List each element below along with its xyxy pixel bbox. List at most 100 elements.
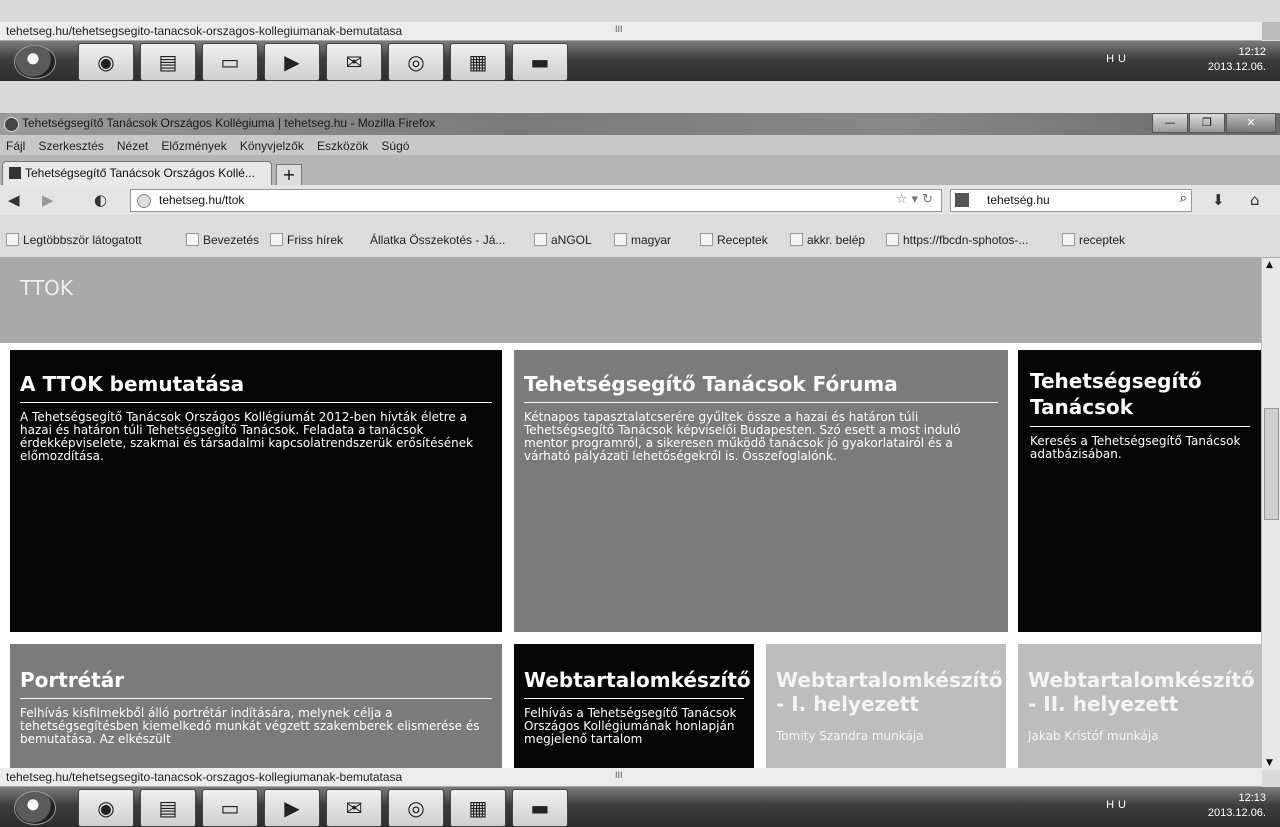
- bookmark-item[interactable]: akkr. belép: [790, 233, 865, 247]
- address-bar[interactable]: tehetseg.hu/ttok ☆ ▾ ↻: [130, 189, 942, 212]
- excel-taskbar-icon[interactable]: ▦: [450, 789, 506, 827]
- status-url: tehetseg.hu/tehetsegsegito-tanacsok-orsz…: [6, 24, 403, 38]
- bookmark-label: Állatka Összekotés - Já...: [370, 233, 506, 247]
- search-engine-icon[interactable]: [955, 193, 969, 207]
- window-taskbar-icon[interactable]: ▬: [512, 789, 568, 827]
- folder-taskbar-icon[interactable]: ▭: [202, 43, 258, 81]
- bookmark-icon: [886, 233, 899, 246]
- menu-bookmarks[interactable]: Könyvjelzők: [240, 136, 304, 156]
- start-button[interactable]: [14, 45, 56, 79]
- new-tab-button[interactable]: +: [276, 164, 302, 186]
- chrome-taskbar-icon[interactable]: ◎: [388, 789, 444, 827]
- folder-taskbar-icon[interactable]: ▭: [202, 789, 258, 827]
- home-icon[interactable]: ⌂: [1250, 191, 1260, 209]
- card-winner-2[interactable]: Webtartalomkészítő - II. helyezett Jakab…: [1018, 644, 1262, 770]
- scroll-up-icon[interactable]: ▲: [1266, 260, 1273, 270]
- bookmark-label: aNGOL: [551, 233, 592, 247]
- card-ttok-intro[interactable]: A TTOK bemutatása A Tehetségsegítő Tanác…: [10, 350, 502, 632]
- bookmark-item[interactable]: Bevezetés: [186, 233, 259, 247]
- clock[interactable]: 12:13 2013.12.06.: [1208, 791, 1266, 821]
- menu-view[interactable]: Nézet: [117, 136, 148, 156]
- firefox-taskbar-icon[interactable]: ◉: [78, 43, 134, 81]
- card-title[interactable]: Webtartalomkészítő - I. helyezett: [776, 668, 1003, 722]
- language-indicator[interactable]: HU: [1106, 799, 1130, 811]
- bookmark-item[interactable]: aNGOL: [534, 233, 592, 247]
- bookmark-label: Receptek: [717, 233, 768, 247]
- mail-taskbar-icon[interactable]: ✉: [326, 789, 382, 827]
- media-taskbar-icon[interactable]: ▶: [264, 43, 320, 81]
- bookmark-item[interactable]: receptek: [1062, 233, 1125, 247]
- card-title[interactable]: Webtartalomkészítő: [524, 668, 751, 699]
- menu-edit[interactable]: Szerkesztés: [38, 136, 103, 156]
- word-taskbar-icon[interactable]: ▤: [140, 789, 196, 827]
- card-title[interactable]: Tehetségsegítő Tanácsok Fóruma: [524, 372, 998, 403]
- bookmark-icon: [614, 233, 627, 246]
- window-title: Tehetségsegítő Tanácsok Országos Kollégi…: [22, 116, 436, 130]
- card-title[interactable]: A TTOK bemutatása: [20, 372, 492, 403]
- clock[interactable]: 12:12 2013.12.06.: [1208, 45, 1266, 75]
- firefox-taskbar-icon[interactable]: ◉: [78, 789, 134, 827]
- globe-icon: [137, 194, 151, 208]
- window-title-bar[interactable]: Tehetségsegítő Tanácsok Országos Kollégi…: [0, 113, 1280, 135]
- forward-icon[interactable]: ▶: [42, 191, 54, 209]
- chrome-taskbar-icon[interactable]: ◎: [388, 43, 444, 81]
- card-text: Tomity Szandra munkája: [776, 729, 924, 743]
- search-icon[interactable]: ⌕: [1180, 191, 1187, 206]
- page-scrollbar[interactable]: ▲ ▼: [1261, 258, 1280, 770]
- media-taskbar-icon[interactable]: ▶: [264, 789, 320, 827]
- bookmark-label: Friss hírek: [287, 233, 344, 247]
- scroll-corner: [1262, 22, 1280, 40]
- clock-date: 2013.12.06.: [1207, 61, 1266, 73]
- close-button[interactable]: ✕: [1226, 113, 1276, 133]
- search-engine-text[interactable]: tehetség.hu: [987, 193, 1050, 207]
- address-text[interactable]: tehetseg.hu/ttok: [159, 193, 244, 207]
- bookmark-label: magyar: [631, 233, 672, 247]
- menu-tools[interactable]: Eszközök: [317, 136, 368, 156]
- scrollbar-thumb[interactable]: [1264, 408, 1279, 520]
- card-title[interactable]: Tehetségsegítő Tanácsok: [1030, 368, 1250, 427]
- card-forum[interactable]: Tehetségsegítő Tanácsok Fóruma Kétnapos …: [514, 350, 1008, 632]
- mail-taskbar-icon[interactable]: ✉: [326, 43, 382, 81]
- start-button[interactable]: [14, 791, 56, 825]
- back-icon[interactable]: ◀: [8, 191, 20, 209]
- excel-taskbar-icon[interactable]: ▦: [450, 43, 506, 81]
- language-indicator[interactable]: HU: [1106, 53, 1130, 65]
- card-title[interactable]: Webtartalomkészítő - II. helyezett: [1028, 668, 1255, 722]
- bookmarks-bar: Legtöbbször látogatott Bevezetés Friss h…: [0, 215, 1280, 258]
- window-controls: — ❐ ✕: [1151, 113, 1276, 133]
- word-taskbar-icon[interactable]: ▤: [140, 43, 196, 81]
- card-portraits[interactable]: Portrétár Felhívás kisfilmekből álló por…: [10, 644, 502, 770]
- bookmark-label: akkr. belép: [807, 233, 866, 247]
- bookmark-item[interactable]: Friss hírek: [270, 233, 343, 247]
- bookmark-item[interactable]: https://fbcdn-sphotos-...: [886, 233, 1028, 247]
- bookmark-item[interactable]: Legtöbbször látogatott: [6, 233, 142, 247]
- reload-icon[interactable]: ☆ ▾ ↻: [896, 192, 933, 207]
- scroll-down-icon[interactable]: ▼: [1266, 758, 1273, 768]
- taskbar-top: ◉ ▤ ▭ ▶ ✉ ◎ ▦ ▬ HU 12:12 2013.12.06.: [0, 41, 1280, 81]
- firefox-icon: [4, 117, 19, 132]
- menu-file[interactable]: Fájl: [6, 136, 25, 156]
- card-councils[interactable]: Tehetségsegítő Tanácsok Keresés a Tehets…: [1018, 350, 1262, 632]
- card-text: Felhívás a Tehetségsegítő Tanácsok Orszá…: [524, 706, 737, 746]
- search-bar[interactable]: tehetség.hu ⌕: [950, 189, 1192, 212]
- card-text: Jakab Kristóf munkája: [1028, 729, 1159, 743]
- bookmark-item[interactable]: Állatka Összekotés - Já...: [370, 233, 505, 247]
- card-web-content[interactable]: Webtartalomkészítő Felhívás a Tehetségse…: [514, 644, 754, 770]
- card-title[interactable]: Portrétár: [20, 668, 492, 699]
- maximize-button[interactable]: ❐: [1189, 113, 1225, 133]
- menu-history[interactable]: Előzmények: [161, 136, 226, 156]
- window-taskbar-icon[interactable]: ▬: [512, 43, 568, 81]
- bookmark-icon: [186, 233, 199, 246]
- card-winner-1[interactable]: Webtartalomkészítő - I. helyezett Tomity…: [766, 644, 1006, 770]
- page-banner: TTOK: [0, 258, 1262, 343]
- tab-ttok[interactable]: Tehetségsegítő Tanácsok Országos Kollé..…: [2, 161, 272, 186]
- minimize-button[interactable]: —: [1152, 113, 1188, 133]
- tab-label: Tehetségsegítő Tanácsok Országos Kollé..…: [25, 166, 255, 180]
- identity-icon[interactable]: ◐: [94, 191, 107, 209]
- bookmark-icon: [534, 233, 547, 246]
- download-icon[interactable]: ⬇: [1212, 191, 1225, 209]
- bookmark-item[interactable]: Receptek: [700, 233, 768, 247]
- menu-help[interactable]: Súgó: [381, 136, 409, 156]
- bookmark-label: receptek: [1079, 233, 1126, 247]
- bookmark-item[interactable]: magyar: [614, 233, 671, 247]
